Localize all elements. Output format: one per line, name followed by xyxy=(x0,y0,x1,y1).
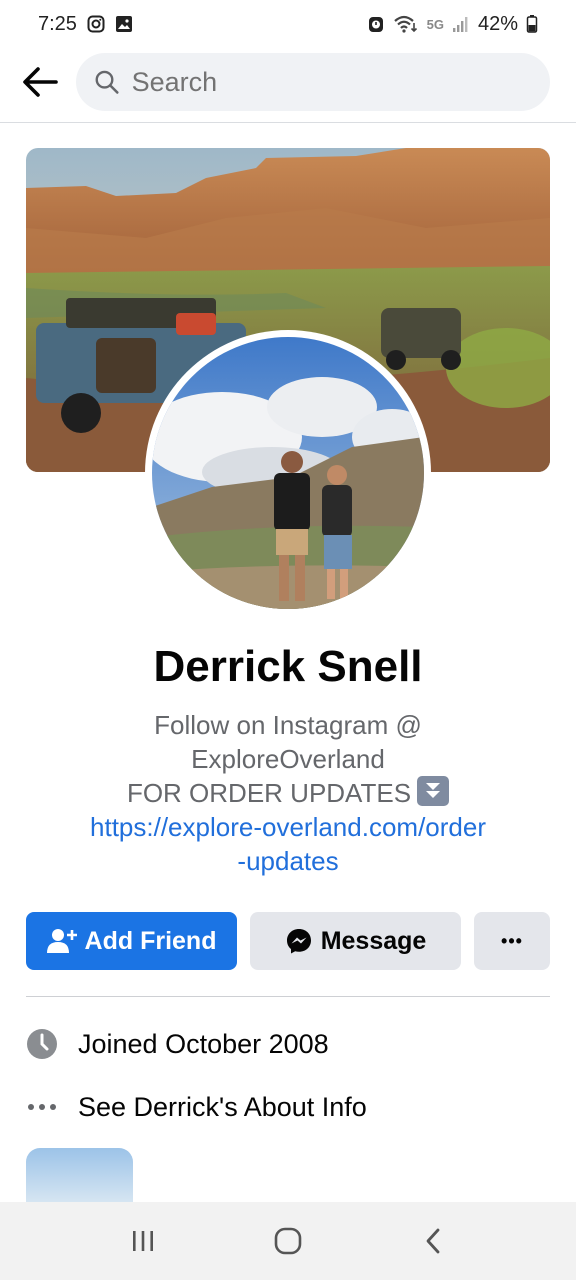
profile-name: Derrick Snell xyxy=(153,642,423,691)
section-divider xyxy=(26,996,550,997)
alarm-icon xyxy=(367,14,385,34)
joined-text: Joined October 2008 xyxy=(78,1028,329,1059)
battery-icon xyxy=(526,14,538,34)
recent-apps-icon xyxy=(132,1231,153,1251)
header-divider xyxy=(0,122,576,123)
message-button[interactable]: Message xyxy=(250,912,461,970)
clock-icon xyxy=(26,1028,58,1060)
avatar xyxy=(152,337,424,609)
add-friend-icon xyxy=(46,929,77,953)
instagram-icon xyxy=(87,15,105,33)
bio-line-text: FOR ORDER UPDATES xyxy=(126,778,412,808)
status-left: 7:25 xyxy=(38,13,133,36)
search-box[interactable] xyxy=(76,53,550,111)
bio-line-order: FOR ORDER UPDATES xyxy=(60,776,516,810)
recent-apps-button[interactable] xyxy=(113,1211,173,1271)
more-dots-icon xyxy=(26,1091,58,1123)
signal-icon xyxy=(452,15,470,33)
back-icon xyxy=(426,1228,440,1254)
home-button[interactable] xyxy=(258,1211,318,1271)
add-friend-button[interactable]: Add Friend xyxy=(26,912,237,970)
system-back-button[interactable] xyxy=(403,1211,463,1271)
search-icon xyxy=(95,70,119,94)
profile-picture-image xyxy=(152,337,424,609)
message-label: Message xyxy=(320,926,427,955)
more-options-button[interactable]: ••• xyxy=(474,912,550,970)
network-type: 5G xyxy=(426,16,444,32)
status-right: 5G 42% xyxy=(367,13,538,36)
search-input[interactable] xyxy=(131,66,532,98)
app-bar xyxy=(0,52,576,112)
messenger-icon xyxy=(286,929,311,954)
bio-link-line: -updates xyxy=(237,846,339,876)
more-options-label: ••• xyxy=(501,930,523,951)
wifi-icon xyxy=(393,14,419,34)
profile-picture[interactable] xyxy=(145,330,431,616)
add-friend-label: Add Friend xyxy=(84,926,217,955)
status-time: 7:25 xyxy=(38,12,77,35)
profile-bio: Follow on Instagram @ ExploreOverland FO… xyxy=(60,708,516,878)
photo-thumbnail[interactable] xyxy=(26,1148,133,1208)
profile-actions: Add Friend Message ••• xyxy=(26,912,550,970)
bio-line: ExploreOverland xyxy=(191,744,385,774)
bio-link-line: https://explore-overland.com/order xyxy=(90,812,486,842)
system-nav-bar xyxy=(0,1202,576,1280)
about-info-text: See Derrick's About Info xyxy=(78,1091,367,1122)
joined-info: Joined October 2008 xyxy=(26,1024,329,1064)
about-info-link[interactable]: See Derrick's About Info xyxy=(26,1087,367,1127)
bio-link[interactable]: https://explore-overland.com/order -upda… xyxy=(60,810,516,878)
arrow-left-icon xyxy=(23,67,58,97)
status-bar: 7:25 5G 42% xyxy=(0,0,576,48)
bio-line: Follow on Instagram @ xyxy=(154,710,422,740)
battery-percent: 42% xyxy=(477,12,518,35)
back-button[interactable] xyxy=(20,62,60,102)
gallery-icon xyxy=(115,15,133,33)
home-icon xyxy=(274,1227,302,1255)
double-down-arrow-icon xyxy=(417,776,450,806)
